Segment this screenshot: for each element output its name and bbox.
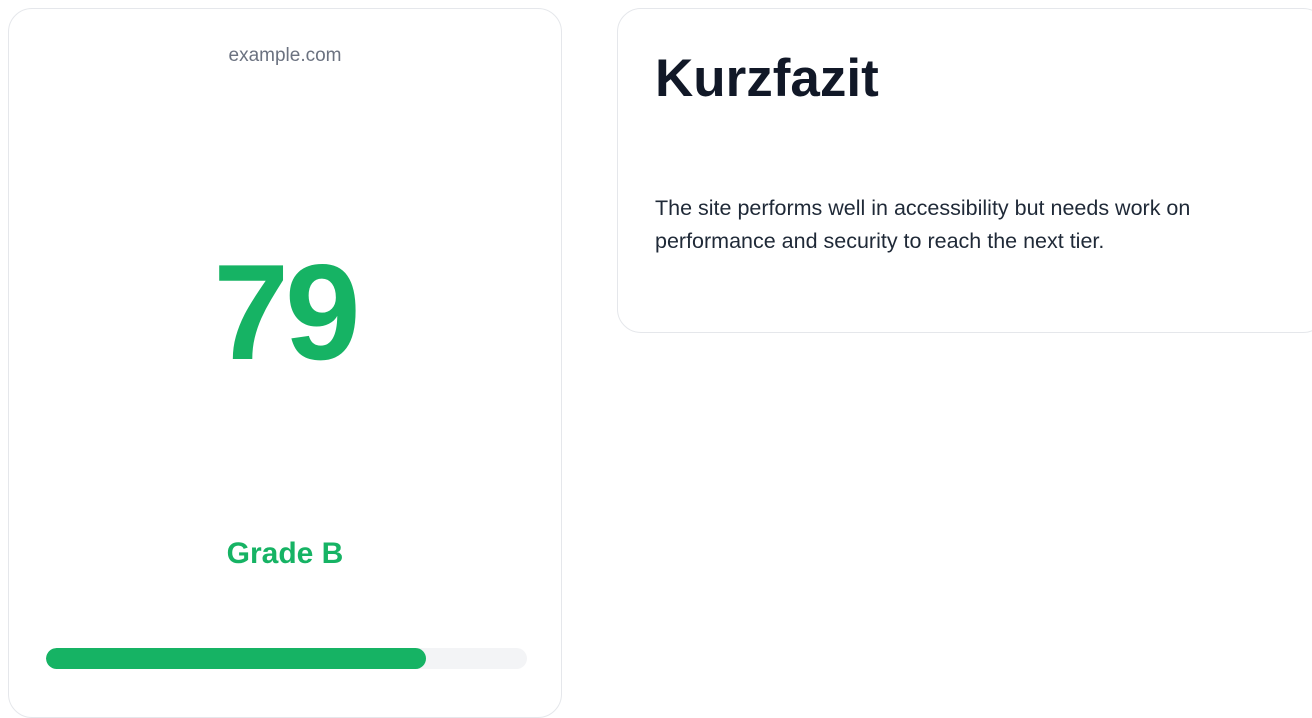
summary-card: Kurzfazit The site performs well in acce… <box>617 8 1312 333</box>
grade-label: Grade B <box>226 537 344 570</box>
site-domain: example.com <box>228 45 342 66</box>
score-progress-fill <box>46 648 426 669</box>
score-value: 79 <box>213 236 360 388</box>
score-card: example.com 79 Grade B <box>8 8 562 718</box>
summary-title: Kurzfazit <box>655 49 879 108</box>
summary-text: The site performs well in accessibility … <box>655 196 1191 253</box>
score-progress-bar <box>46 648 527 669</box>
